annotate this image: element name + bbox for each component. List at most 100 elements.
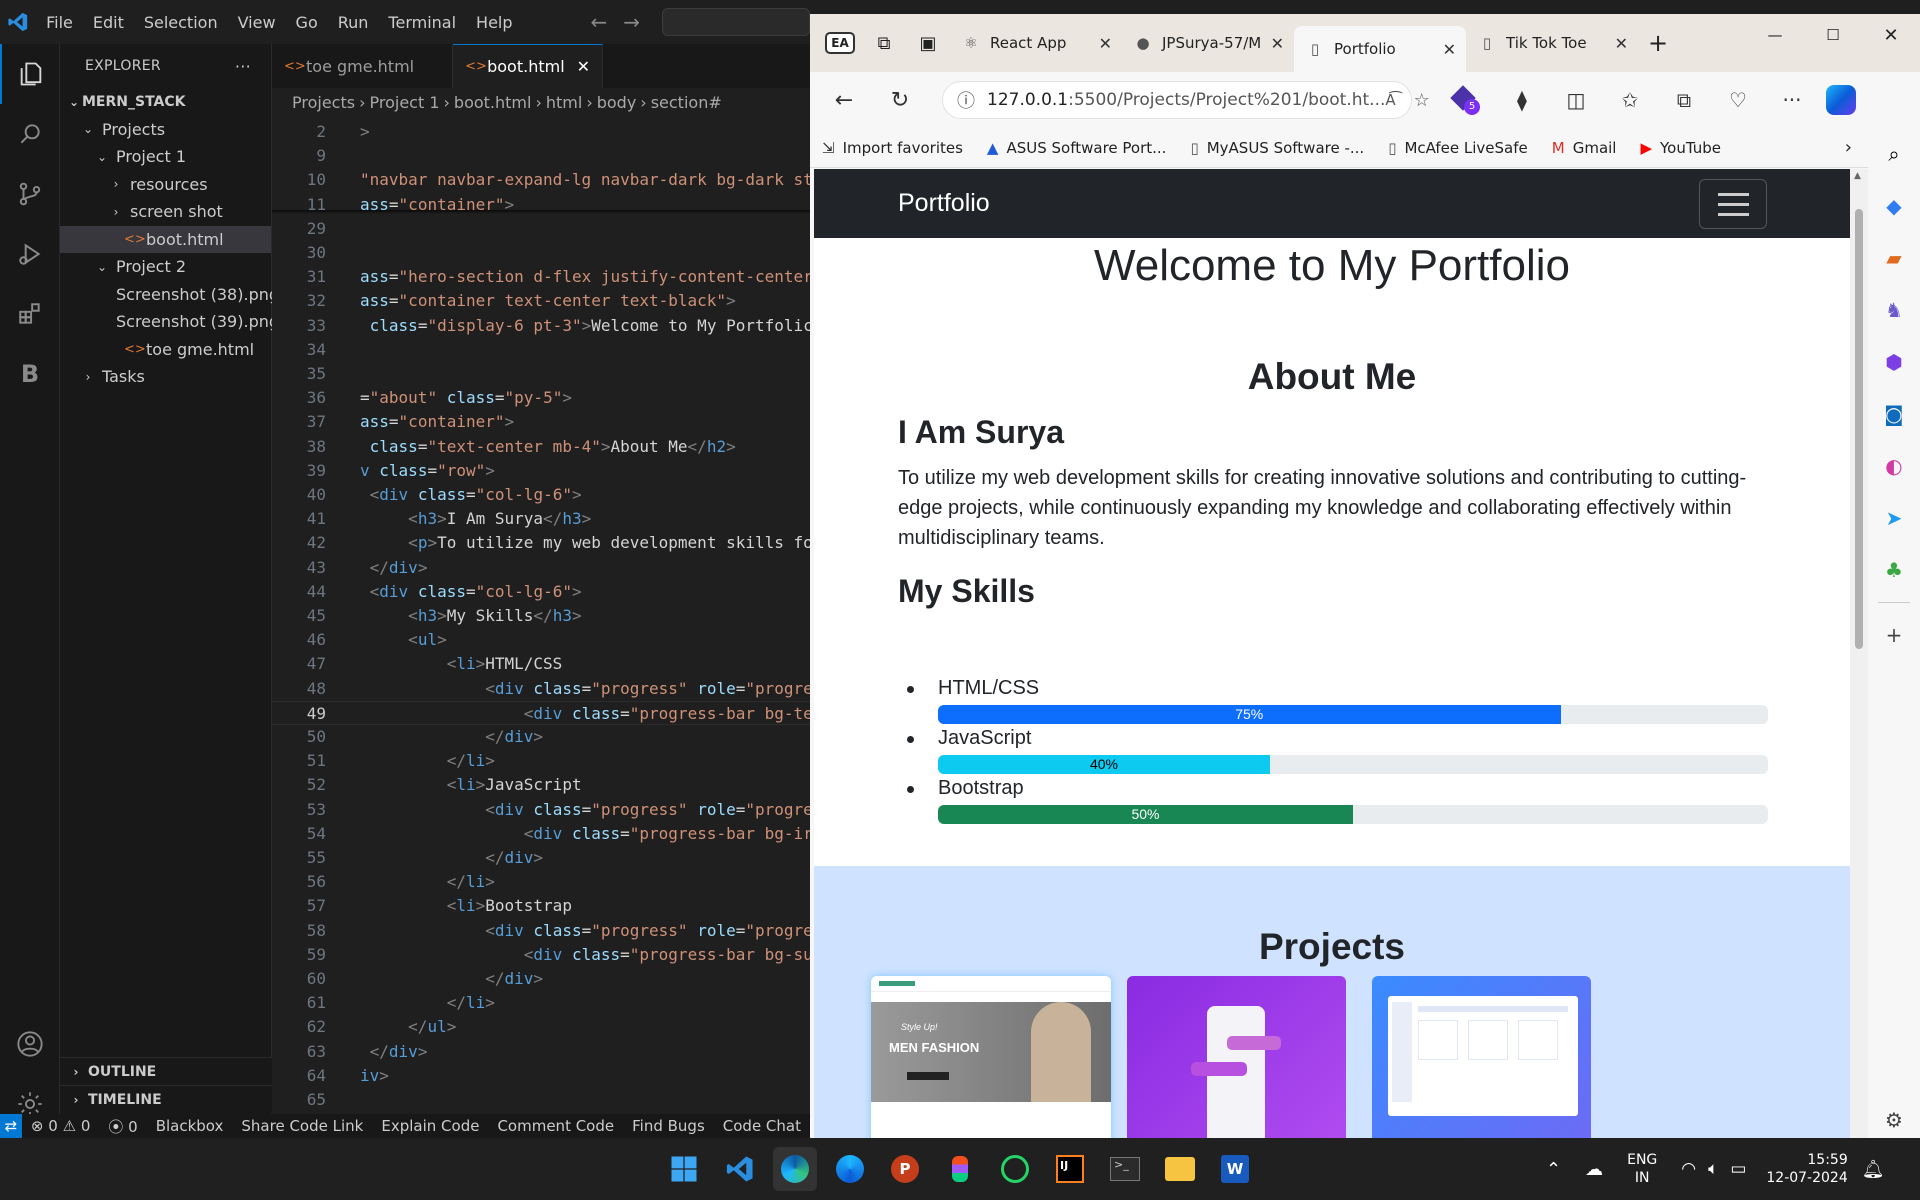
- more-actions-icon[interactable]: ···: [235, 57, 251, 76]
- close-tab-icon[interactable]: ✕: [1099, 34, 1112, 53]
- explorer-item[interactable]: <> boot.html: [60, 225, 271, 253]
- breadcrumb-item[interactable]: html: [546, 93, 582, 112]
- favorite-item[interactable]: ▶ YouTube: [1628, 139, 1733, 157]
- favorite-item[interactable]: ▯ McAfee LiveSafe: [1376, 139, 1540, 157]
- account-icon[interactable]: [0, 1014, 60, 1074]
- breadcrumb-item[interactable]: Projects: [292, 93, 355, 112]
- clock[interactable]: 15:59 12-07-2024: [1766, 1151, 1847, 1187]
- onedrive-icon[interactable]: ☁: [1585, 1159, 1603, 1180]
- taskbar-whatsapp-icon[interactable]: [993, 1147, 1037, 1191]
- code-line[interactable]: 35: [272, 362, 810, 386]
- notifications-bell-icon[interactable]: 🔔︎: [1862, 1159, 1885, 1180]
- explorer-item[interactable]: Screenshot (38).png: [60, 281, 279, 309]
- favorite-item[interactable]: ⇲ Import favorites: [810, 139, 975, 157]
- code-line[interactable]: 53 <div class="progress" role="progre: [272, 798, 810, 822]
- close-tab-icon[interactable]: ✕: [1443, 40, 1456, 59]
- taskbar-powerpoint-icon[interactable]: P: [883, 1147, 927, 1191]
- collections-icon[interactable]: ⧉: [1664, 88, 1704, 112]
- code-line[interactable]: 40 <div class="col-lg-6">: [272, 483, 810, 507]
- source-control-icon[interactable]: [0, 164, 60, 224]
- wifi-icon[interactable]: ◠: [1681, 1159, 1696, 1179]
- code-line[interactable]: 9: [272, 144, 810, 168]
- search-icon[interactable]: [0, 104, 60, 164]
- menu-terminal[interactable]: Terminal: [378, 13, 466, 32]
- sidebar-games-icon[interactable]: ♞: [1868, 284, 1920, 336]
- code-line[interactable]: 39 v class="row">: [272, 459, 810, 483]
- browser-tab[interactable]: ● JPSurya-57/M ✕: [1122, 22, 1294, 64]
- code-line[interactable]: 59 <div class="progress-bar bg-su: [272, 943, 810, 967]
- project-card-dashboard[interactable]: [1372, 976, 1591, 1146]
- remote-icon[interactable]: ⇄: [0, 1114, 22, 1138]
- address-bar[interactable]: ⓘ 127.0.0.1:5500/Projects/Project%201/bo…: [942, 81, 1430, 119]
- explorer-item[interactable]: › resources: [60, 171, 271, 199]
- explorer-item[interactable]: ⌄ Project 2: [60, 253, 271, 281]
- code-line[interactable]: 48 <div class="progress" role="progre: [272, 677, 810, 701]
- project-card-fashion-store[interactable]: Style Up! MEN FASHION: [871, 976, 1111, 1146]
- menu-help[interactable]: Help: [466, 13, 522, 32]
- tray-overflow-chevron-icon[interactable]: ⌃: [1546, 1159, 1561, 1180]
- code-line[interactable]: 30: [272, 241, 810, 265]
- menu-go[interactable]: Go: [286, 13, 328, 32]
- code-line[interactable]: 36 ="about" class="py-5">: [272, 386, 810, 410]
- taskbar-file-explorer-icon[interactable]: [1158, 1147, 1202, 1191]
- code-line[interactable]: 33 class="display-6 pt-3">Welcome to My …: [272, 314, 810, 338]
- taskbar-intellij-icon[interactable]: IJ: [1048, 1147, 1092, 1191]
- problems-indicator[interactable]: ⊗ 0 ⚠ 0: [22, 1117, 99, 1135]
- favorites-overflow-chevron-icon[interactable]: ›: [1845, 137, 1852, 158]
- code-editor[interactable]: 2 >9 10 "navbar navbar-expand-lg navbar-dar…: [272, 116, 810, 1114]
- explorer-item[interactable]: › Tasks: [60, 363, 271, 391]
- status-item[interactable]: Share Code Link: [232, 1117, 372, 1135]
- editor-tab[interactable]: <> boot.html ✕: [453, 44, 604, 88]
- code-line[interactable]: 61 </li>: [272, 991, 810, 1015]
- taskbar-word-icon[interactable]: W: [1213, 1147, 1257, 1191]
- workspace-root[interactable]: ⌄ MERN_STACK: [60, 88, 271, 116]
- tab-actions-icon[interactable]: ▣: [906, 33, 950, 54]
- code-line[interactable]: 32 ass="container text-center text-black"…: [272, 289, 810, 313]
- explorer-item[interactable]: › screen shot: [60, 198, 271, 226]
- status-item[interactable]: Explain Code: [372, 1117, 488, 1135]
- code-line[interactable]: 50 </div>: [272, 725, 810, 749]
- command-center[interactable]: [662, 8, 810, 36]
- run-debug-icon[interactable]: [0, 224, 60, 284]
- workspaces-icon[interactable]: ⧉: [862, 33, 906, 54]
- explorer-item[interactable]: Screenshot (39).png: [60, 308, 279, 336]
- more-options-icon[interactable]: ···: [1772, 88, 1812, 112]
- close-tab-icon[interactable]: ✕: [1615, 34, 1628, 53]
- favorite-item[interactable]: ▯ MyASUS Software -...: [1178, 139, 1376, 157]
- favorite-item[interactable]: M Gmail: [1540, 139, 1629, 157]
- breadcrumb-item[interactable]: section#: [651, 93, 722, 112]
- back-arrow-icon[interactable]: ←: [583, 10, 616, 34]
- split-screen-icon[interactable]: ◫: [1556, 88, 1596, 112]
- status-item[interactable]: Comment Code: [488, 1117, 623, 1135]
- taskbar-terminal-icon[interactable]: >_: [1103, 1147, 1147, 1191]
- profile-icon[interactable]: EA: [818, 22, 862, 64]
- sidebar-tools-icon[interactable]: ▰: [1868, 232, 1920, 284]
- outline-section[interactable]: › OUTLINE: [60, 1057, 272, 1085]
- code-line[interactable]: 42 <p>To utilize my web development skil…: [272, 531, 810, 555]
- code-line[interactable]: 65: [272, 1088, 810, 1112]
- code-line[interactable]: 64 iv>: [272, 1064, 810, 1088]
- code-line[interactable]: 57 <li>Bootstrap: [272, 894, 810, 918]
- code-line[interactable]: 43 </div>: [272, 556, 810, 580]
- code-line[interactable]: 62 </ul>: [272, 1015, 810, 1039]
- breadcrumb-item[interactable]: boot.html: [454, 93, 532, 112]
- code-line[interactable]: 44 <div class="col-lg-6">: [272, 580, 810, 604]
- code-line[interactable]: 55 </div>: [272, 846, 810, 870]
- navbar-brand[interactable]: Portfolio: [898, 189, 990, 218]
- ports-indicator[interactable]: ⦿ 0: [99, 1116, 146, 1137]
- minimize-icon[interactable]: —: [1746, 26, 1804, 44]
- site-info-icon[interactable]: ⓘ: [957, 87, 975, 113]
- forward-arrow-icon[interactable]: →: [615, 10, 648, 34]
- menu-run[interactable]: Run: [328, 13, 379, 32]
- code-line[interactable]: 54 <div class="progress-bar bg-ir: [272, 822, 810, 846]
- sidebar-outlook-icon[interactable]: ◙: [1868, 388, 1920, 440]
- navbar-toggler-icon[interactable]: [1699, 179, 1767, 229]
- windows-start-icon[interactable]: [662, 1147, 706, 1191]
- maximize-icon[interactable]: ☐: [1804, 26, 1862, 44]
- back-icon[interactable]: ←: [824, 88, 864, 113]
- project-card-chat-app[interactable]: [1127, 976, 1346, 1146]
- status-item[interactable]: Code Chat: [714, 1117, 810, 1135]
- extension-icon[interactable]: 5: [1450, 85, 1480, 115]
- taskbar-edge-icon[interactable]: [773, 1147, 817, 1191]
- sidebar-tree-icon[interactable]: ♣: [1868, 544, 1920, 596]
